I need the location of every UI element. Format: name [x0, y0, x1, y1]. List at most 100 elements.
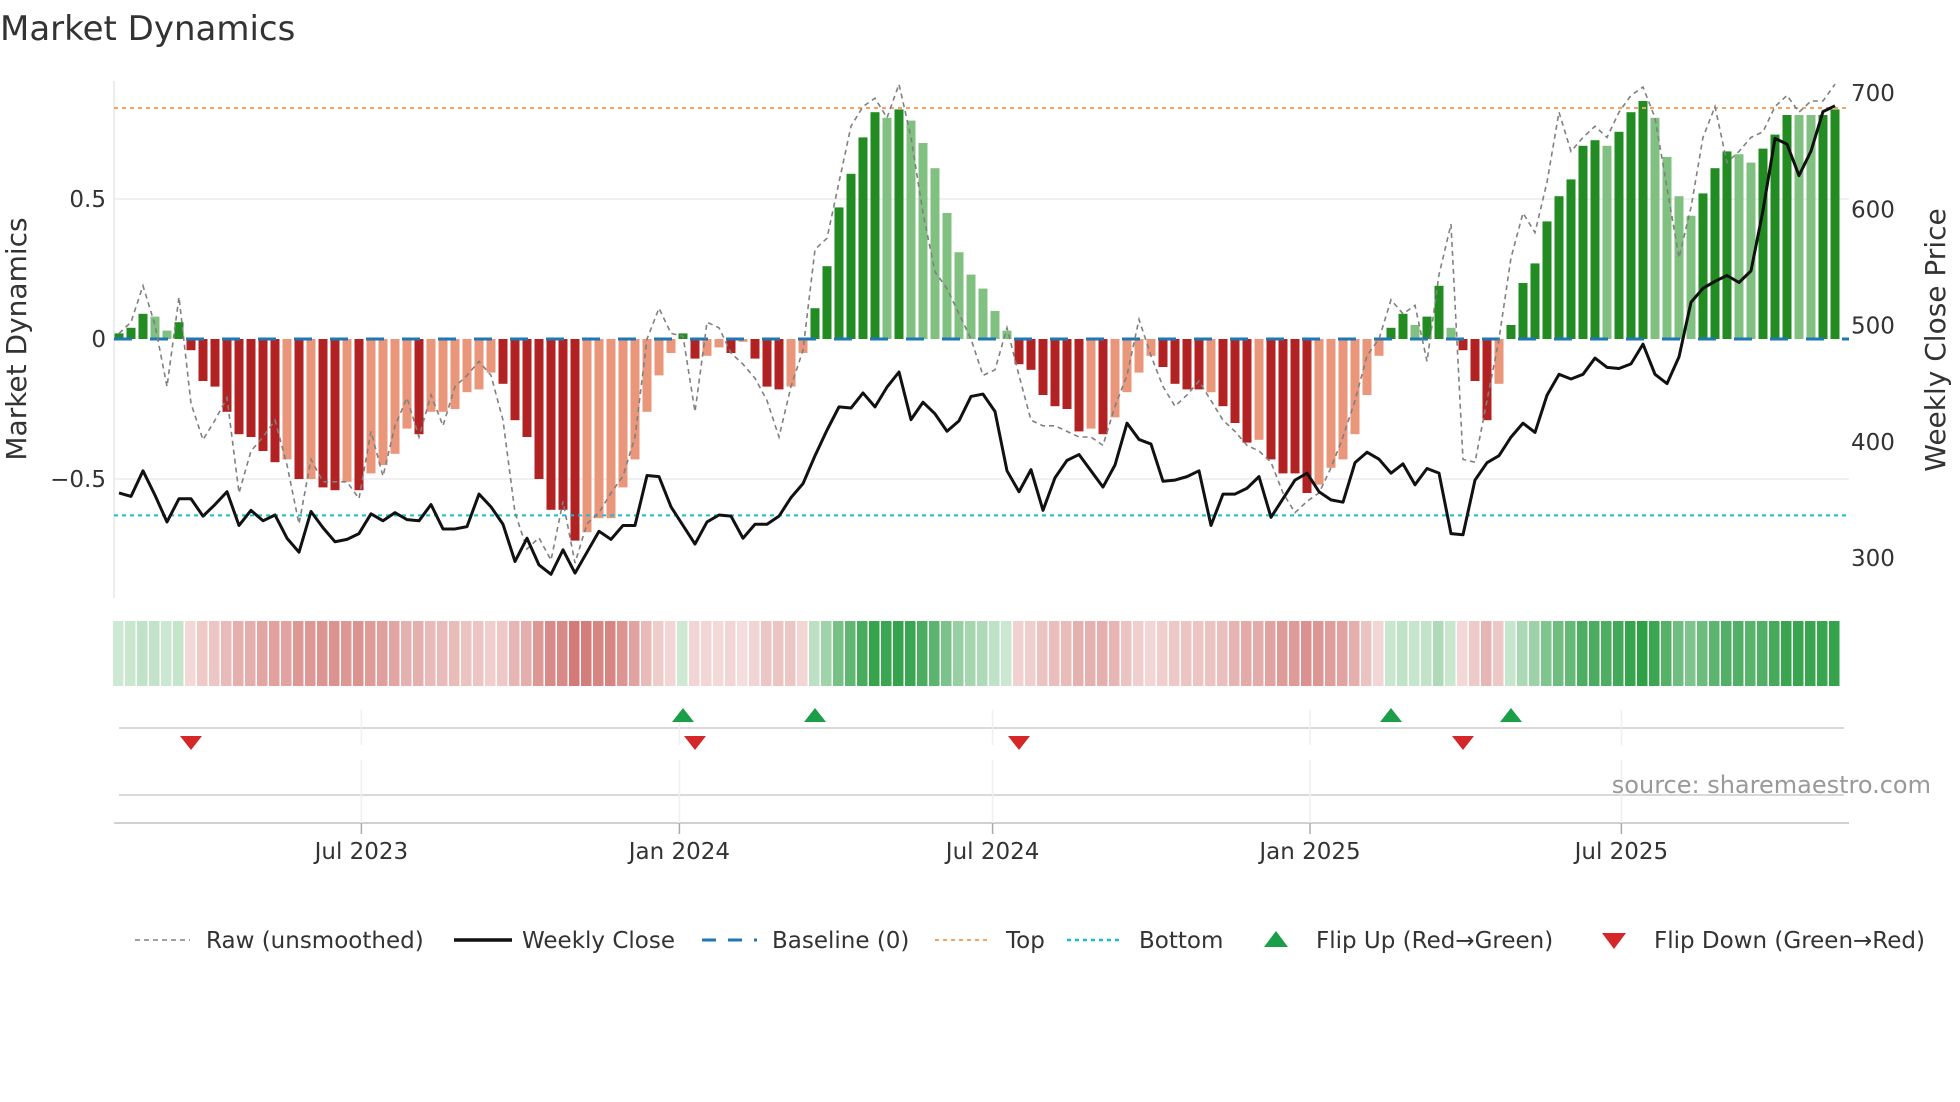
x-tick-label: Jan 2025: [1257, 839, 1360, 865]
strip-cell: [701, 621, 712, 686]
strip-cell: [677, 621, 688, 686]
bar: [522, 339, 532, 437]
bar: [1518, 283, 1528, 339]
strip-cell: [821, 621, 832, 686]
strip-cell: [1013, 621, 1024, 686]
bar: [846, 173, 856, 339]
x-tick-label: Jul 2025: [1573, 839, 1669, 865]
bar: [402, 339, 412, 429]
bar: [1230, 339, 1240, 423]
strip-cell: [977, 621, 988, 686]
bar: [186, 339, 196, 351]
legend: Raw (unsmoothed) Weekly Close Baseline (0)…: [135, 928, 1925, 954]
strip-cell: [221, 621, 232, 686]
bar: [1554, 196, 1564, 339]
strip-cell: [905, 621, 916, 686]
strip-cell: [149, 621, 160, 686]
strip-cell: [185, 621, 196, 686]
bar: [510, 339, 520, 421]
bar: [438, 339, 448, 412]
strip-cell: [1361, 621, 1372, 686]
bar: [942, 213, 952, 339]
y2-tick-label: 600: [1851, 197, 1895, 223]
strip-cell: [893, 621, 904, 686]
bar: [1818, 115, 1828, 339]
strip-cell: [1205, 621, 1216, 686]
strip-cell: [1769, 621, 1780, 686]
strip-cell: [281, 621, 292, 686]
bar: [1098, 339, 1108, 435]
bar: [1134, 339, 1144, 373]
strip-cell: [1541, 621, 1552, 686]
bar: [1386, 327, 1396, 339]
legend-label: Raw (unsmoothed): [206, 928, 424, 954]
strip-cell: [1733, 621, 1744, 686]
bar: [426, 339, 436, 412]
bar: [1290, 339, 1300, 474]
bar: [1614, 131, 1624, 339]
strip-cell: [1445, 621, 1456, 686]
strip-cell: [941, 621, 952, 686]
flip-up-marker: [672, 708, 694, 722]
y2-tick-label: 500: [1851, 314, 1895, 340]
strip-cell: [1409, 621, 1420, 686]
y2-tick-label: 400: [1851, 430, 1895, 456]
strip-cell: [1181, 621, 1192, 686]
flip-down-marker: [1452, 736, 1474, 750]
x-tick-label: Jan 2024: [627, 839, 730, 865]
strip-cell: [1061, 621, 1072, 686]
bar: [1122, 339, 1132, 393]
strip-cell: [449, 621, 460, 686]
bar: [1374, 339, 1384, 356]
legend-label: Baseline (0): [772, 928, 909, 954]
y-axis-label: Market Dynamics: [0, 217, 33, 460]
strip-cell: [1613, 621, 1624, 686]
bar: [714, 339, 724, 348]
bar: [474, 339, 484, 390]
strip-cell: [641, 621, 652, 686]
y2-axis-label: Weekly Close Price: [1919, 208, 1952, 471]
bar: [150, 316, 160, 339]
legend-label: Flip Up (Red→Green): [1316, 928, 1553, 954]
bar: [1266, 339, 1276, 460]
bar: [534, 339, 544, 479]
strip-cell: [1157, 621, 1168, 686]
strip-cell: [1049, 621, 1060, 686]
bar: [1410, 325, 1420, 339]
strip-cell: [725, 621, 736, 686]
strip-cell: [1289, 621, 1300, 686]
strip-cell: [857, 621, 868, 686]
strip-cell: [485, 621, 496, 686]
y-tick-label: 0.5: [69, 187, 106, 213]
strip-cell: [1481, 621, 1492, 686]
bar: [1254, 339, 1264, 440]
strip-cell: [1625, 621, 1636, 686]
bar: [690, 339, 700, 359]
x-tick-label: Jul 2024: [944, 839, 1040, 865]
strip-cell: [653, 621, 664, 686]
strip-cell: [1097, 621, 1108, 686]
heat-strip: [113, 621, 1840, 686]
strip-cell: [365, 621, 376, 686]
bar: [354, 339, 364, 491]
strip-cell: [1817, 621, 1828, 686]
bar: [1650, 117, 1660, 339]
strip-cell: [377, 621, 388, 686]
bar: [858, 137, 868, 339]
strip-cell: [1565, 621, 1576, 686]
bar: [666, 339, 676, 353]
strip-cell: [785, 621, 796, 686]
strip-cell: [533, 621, 544, 686]
strip-cell: [1373, 621, 1384, 686]
bar: [1494, 339, 1504, 384]
strip-cell: [581, 621, 592, 686]
strip-cell: [713, 621, 724, 686]
bar: [1710, 168, 1720, 339]
bar: [582, 339, 592, 533]
flip-up-marker: [804, 708, 826, 722]
strip-cell: [809, 621, 820, 686]
strip-cell: [1553, 621, 1564, 686]
strip-cell: [293, 621, 304, 686]
raw-line: [118, 81, 1836, 564]
bar: [1638, 101, 1648, 339]
